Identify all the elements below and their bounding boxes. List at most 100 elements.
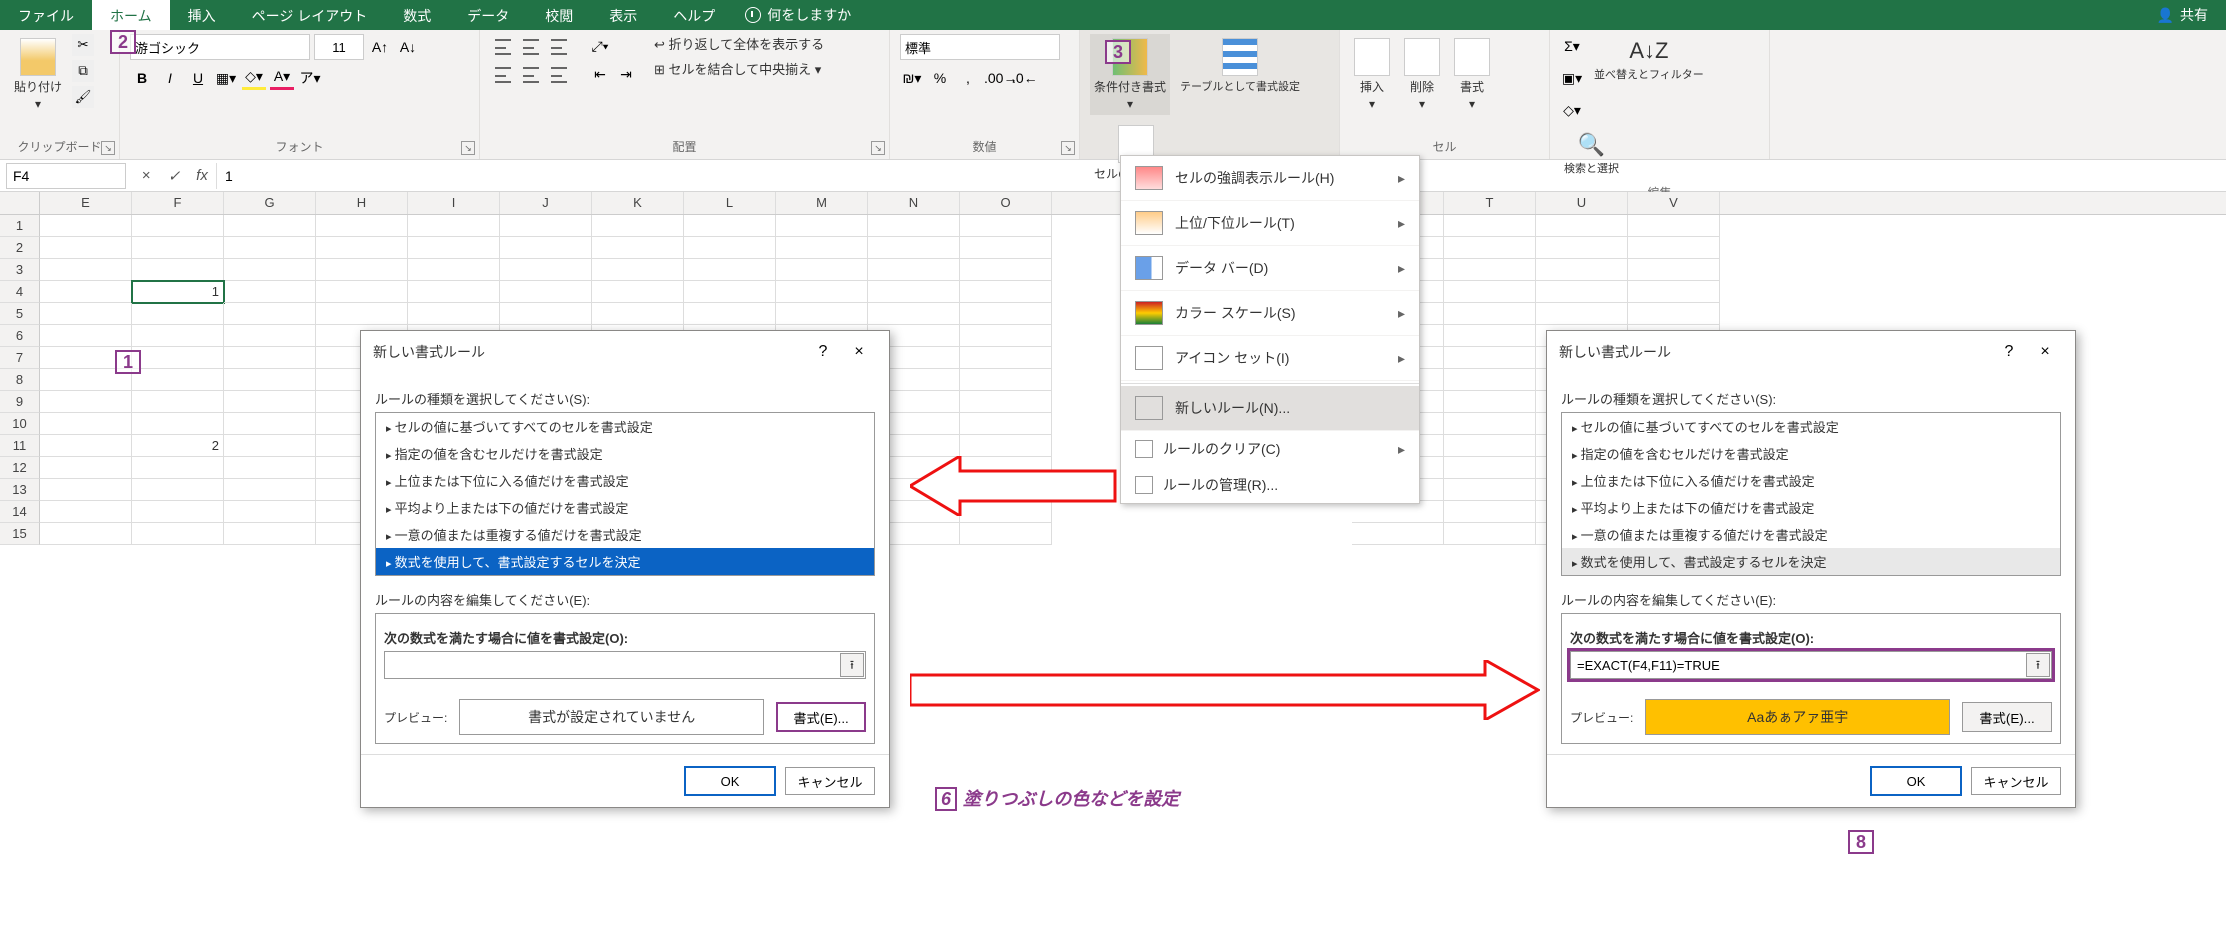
cell[interactable] [592,237,684,259]
cell[interactable] [776,281,868,303]
number-format-select[interactable] [900,34,1060,60]
col-header-m[interactable]: M [776,192,868,214]
percent-button[interactable]: % [928,66,952,90]
rule-type-5[interactable]: 数式を使用して、書式設定するセルを決定 [376,548,874,575]
format-button-left[interactable]: 書式(E)... [776,702,866,732]
cell[interactable] [40,501,132,523]
cell[interactable] [132,347,224,369]
cell[interactable] [224,479,316,501]
cell[interactable] [316,215,408,237]
cell[interactable] [684,215,776,237]
alignment-launcher[interactable]: ↘ [871,141,885,155]
cell[interactable] [1628,303,1720,325]
align-top-center[interactable] [518,34,544,60]
cell[interactable] [132,391,224,413]
cell[interactable]: 2 [132,435,224,457]
cell[interactable] [960,413,1052,435]
cell[interactable] [776,215,868,237]
cell[interactable] [132,259,224,281]
tab-home[interactable]: ホーム [92,0,170,30]
cell[interactable] [592,281,684,303]
align-mid-left[interactable] [490,62,516,88]
fill-button[interactable]: ▣▾ [1560,66,1584,90]
increase-font-button[interactable]: A↑ [368,35,392,59]
cell[interactable] [776,303,868,325]
cell[interactable] [408,215,500,237]
cell[interactable] [316,303,408,325]
cell[interactable] [132,479,224,501]
cell[interactable] [1352,523,1444,545]
cell[interactable] [224,325,316,347]
row-header[interactable]: 7 [0,347,40,369]
increase-decimal-button[interactable]: .00→ [984,66,1008,90]
ok-button-left[interactable]: OK [685,767,775,795]
cell[interactable] [40,435,132,457]
tell-me[interactable]: 何をしますか [733,0,863,30]
comma-button[interactable]: , [956,66,980,90]
cell[interactable] [40,215,132,237]
cell[interactable] [960,435,1052,457]
cf-color-scales[interactable]: カラー スケール(S)▸ [1121,291,1419,336]
col-header-v[interactable]: V [1628,192,1720,214]
rule-type-1[interactable]: 指定の値を含むセルだけを書式設定 [1562,440,2060,467]
format-as-table-button[interactable]: テーブルとして書式設定 [1176,34,1304,98]
cell[interactable] [132,413,224,435]
cell[interactable] [40,303,132,325]
ok-button-right[interactable]: OK [1871,767,1961,795]
cf-icon-sets[interactable]: アイコン セット(I)▸ [1121,336,1419,381]
cell[interactable] [1444,281,1536,303]
row-header[interactable]: 4 [0,281,40,303]
cell[interactable] [960,523,1052,545]
row-header[interactable]: 1 [0,215,40,237]
cell[interactable] [40,237,132,259]
cell[interactable] [960,325,1052,347]
cell[interactable] [1536,303,1628,325]
cell[interactable] [500,215,592,237]
cut-button[interactable]: ✂ [72,34,94,56]
delete-cells-button[interactable]: 削除▾ [1400,34,1444,115]
dialog-close-button[interactable]: × [2027,339,2063,365]
cell[interactable] [316,281,408,303]
format-painter-button[interactable]: 🖌 [72,86,94,108]
cell[interactable] [1444,457,1536,479]
tab-formulas[interactable]: 数式 [385,0,449,30]
tab-file[interactable]: ファイル [0,0,92,30]
cell[interactable] [224,237,316,259]
decrease-font-button[interactable]: A↓ [396,35,420,59]
tab-review[interactable]: 校閲 [527,0,591,30]
cf-clear-rules[interactable]: ルールのクリア(C)▸ [1121,431,1419,467]
cell[interactable] [868,215,960,237]
cell[interactable] [868,303,960,325]
align-mid-right[interactable] [546,62,572,88]
paste-button[interactable]: 貼り付け ▾ [10,34,66,115]
decrease-indent-button[interactable]: ⇤ [588,62,612,86]
cell[interactable] [40,457,132,479]
cell[interactable] [592,303,684,325]
cell[interactable] [1444,413,1536,435]
cell[interactable] [960,281,1052,303]
rule-type-2[interactable]: 上位または下位に入る値だけを書式設定 [376,467,874,494]
formula-input-right[interactable] [1570,651,2052,679]
number-launcher[interactable]: ↘ [1061,141,1075,155]
cell[interactable] [224,457,316,479]
cell[interactable] [224,435,316,457]
cell[interactable] [408,281,500,303]
cell[interactable] [1444,391,1536,413]
tab-view[interactable]: 表示 [591,0,655,30]
cell[interactable] [408,259,500,281]
align-mid-center[interactable] [518,62,544,88]
cell[interactable] [1444,215,1536,237]
border-button[interactable]: ▦▾ [214,66,238,90]
col-header-e[interactable]: E [40,192,132,214]
cell[interactable] [500,281,592,303]
cell[interactable] [40,281,132,303]
cell[interactable] [776,237,868,259]
cell[interactable] [1628,237,1720,259]
range-picker-button[interactable]: ⭱ [2026,653,2050,677]
cell[interactable] [1444,259,1536,281]
enter-formula-button[interactable]: ✓ [160,163,188,189]
row-header[interactable]: 12 [0,457,40,479]
cell[interactable] [684,303,776,325]
cell[interactable] [1444,237,1536,259]
autosum-button[interactable]: Σ▾ [1560,34,1584,58]
